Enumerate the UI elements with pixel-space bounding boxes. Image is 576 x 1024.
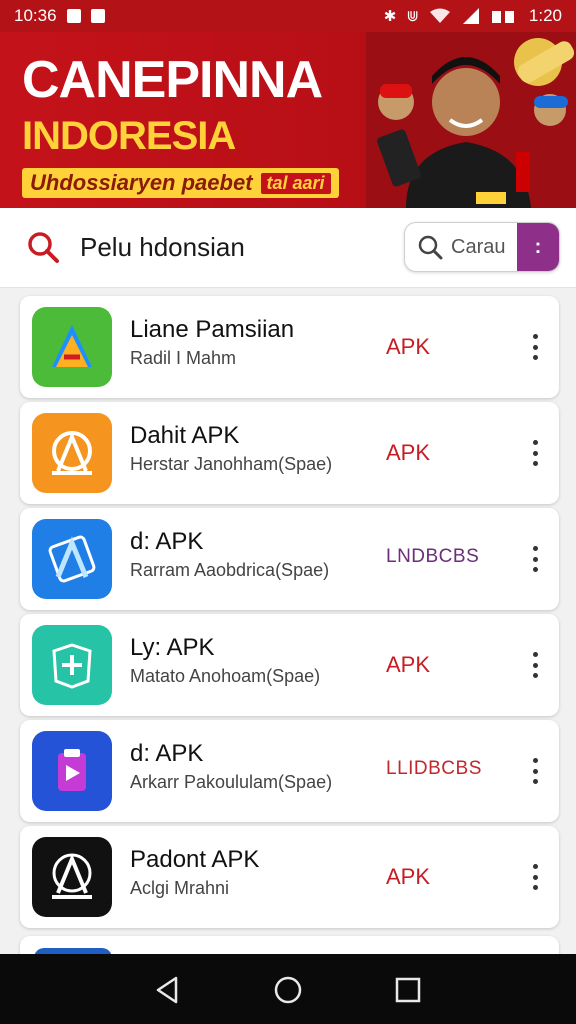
status-bar: 10:36 ✱ ⋓ 1:20 [0, 0, 576, 32]
banner-tagline: Uhdossiaryen paebet tal aari [22, 168, 339, 198]
category-badge: LNDBCBS [386, 546, 480, 567]
app-name: d: APK [130, 740, 204, 767]
app-name: d: APK [130, 528, 204, 555]
app-name: Liane Pamsiian [130, 316, 295, 343]
app-card[interactable]: d: APK Rarram Aaobdrica(Spae) LNDBCBS [20, 508, 559, 610]
app-card[interactable]: Liane Pamsiian Radil I Mahm APK [20, 296, 559, 398]
status-time: 10:36 [14, 6, 57, 25]
overflow-menu-icon[interactable] [525, 652, 545, 678]
app-subtitle: Arkarr Pakoululam(Spae) [130, 772, 333, 792]
app-subtitle: Radil I Mahm [130, 348, 237, 368]
app-subtitle: Matato Anohoam(Spae) [130, 666, 321, 686]
gallery-icon [90, 9, 105, 23]
search-icon[interactable] [26, 230, 60, 264]
banner-subtitle: INDORESIA [22, 114, 236, 158]
apk-badge: APK [386, 440, 431, 465]
overflow-menu-icon[interactable] [525, 334, 545, 360]
battery-icon [491, 11, 514, 23]
app-name: Ly: APK [130, 634, 215, 661]
app-subtitle: Aclgi Mrahni [130, 878, 230, 898]
app-card[interactable]: d: APK Arkarr Pakoululam(Spae) LLIDBCBS [20, 720, 559, 822]
orange-android-icon [32, 413, 112, 493]
wifi-icon [429, 8, 450, 23]
back-icon[interactable] [148, 970, 188, 1010]
apk-badge: APK [386, 864, 431, 889]
overflow-menu-icon[interactable] [525, 758, 545, 784]
app-card[interactable]: Padont APK Aclgi Mrahni APK [20, 826, 559, 928]
app-subtitle: Herstar Janohham(Spae) [130, 454, 333, 474]
overflow-menu-icon[interactable] [525, 440, 545, 466]
teal-map-icon [32, 625, 112, 705]
overflow-menu-icon[interactable] [525, 546, 545, 572]
magnifier-icon [418, 235, 443, 260]
black-android-icon [32, 837, 112, 917]
banner-tagline-text: Uhdossiaryen paebet [30, 170, 253, 195]
status-clock: 1:20 [528, 6, 562, 25]
app-name: Padont APK [130, 846, 260, 873]
more-options-button[interactable]: : [517, 223, 559, 271]
navigation-bar [0, 954, 576, 1024]
search-button-label: Carau [451, 235, 506, 258]
search-button[interactable]: Carau : [404, 222, 560, 272]
app-subtitle: Rarram Aaobdrica(Spae) [130, 560, 330, 580]
green-android-icon [32, 307, 112, 387]
app-name: Dahit APK [130, 422, 240, 449]
search-input[interactable]: Pelu hdonsian [80, 232, 245, 263]
blue-android-icon [32, 519, 112, 599]
banner-person-illustration [366, 32, 576, 208]
bluetooth-icon: ✱ [383, 8, 397, 25]
banner-tag-chip: tal aari [260, 172, 331, 194]
recents-icon[interactable] [388, 970, 428, 1010]
apk-badge: APK [386, 334, 431, 359]
banner-title: CANEPINNA [22, 51, 323, 109]
category-badge: LLIDBCBS [386, 758, 482, 779]
promo-banner[interactable]: CANEPINNA INDORESIA Uhdossiaryen paebet … [0, 32, 576, 208]
home-icon[interactable] [268, 970, 308, 1010]
app-card[interactable]: Dahit APK Herstar Janohham(Spae) APK [20, 402, 559, 504]
photo-icon [66, 9, 81, 23]
apk-badge: APK [386, 652, 431, 677]
vibrate-icon: ⋓ [406, 8, 419, 25]
app-card[interactable]: Ly: APK Matato Anohoam(Spae) APK [20, 614, 559, 716]
purple-clipboard-icon [32, 731, 112, 811]
overflow-menu-icon[interactable] [525, 864, 545, 890]
signal-icon [462, 8, 479, 24]
